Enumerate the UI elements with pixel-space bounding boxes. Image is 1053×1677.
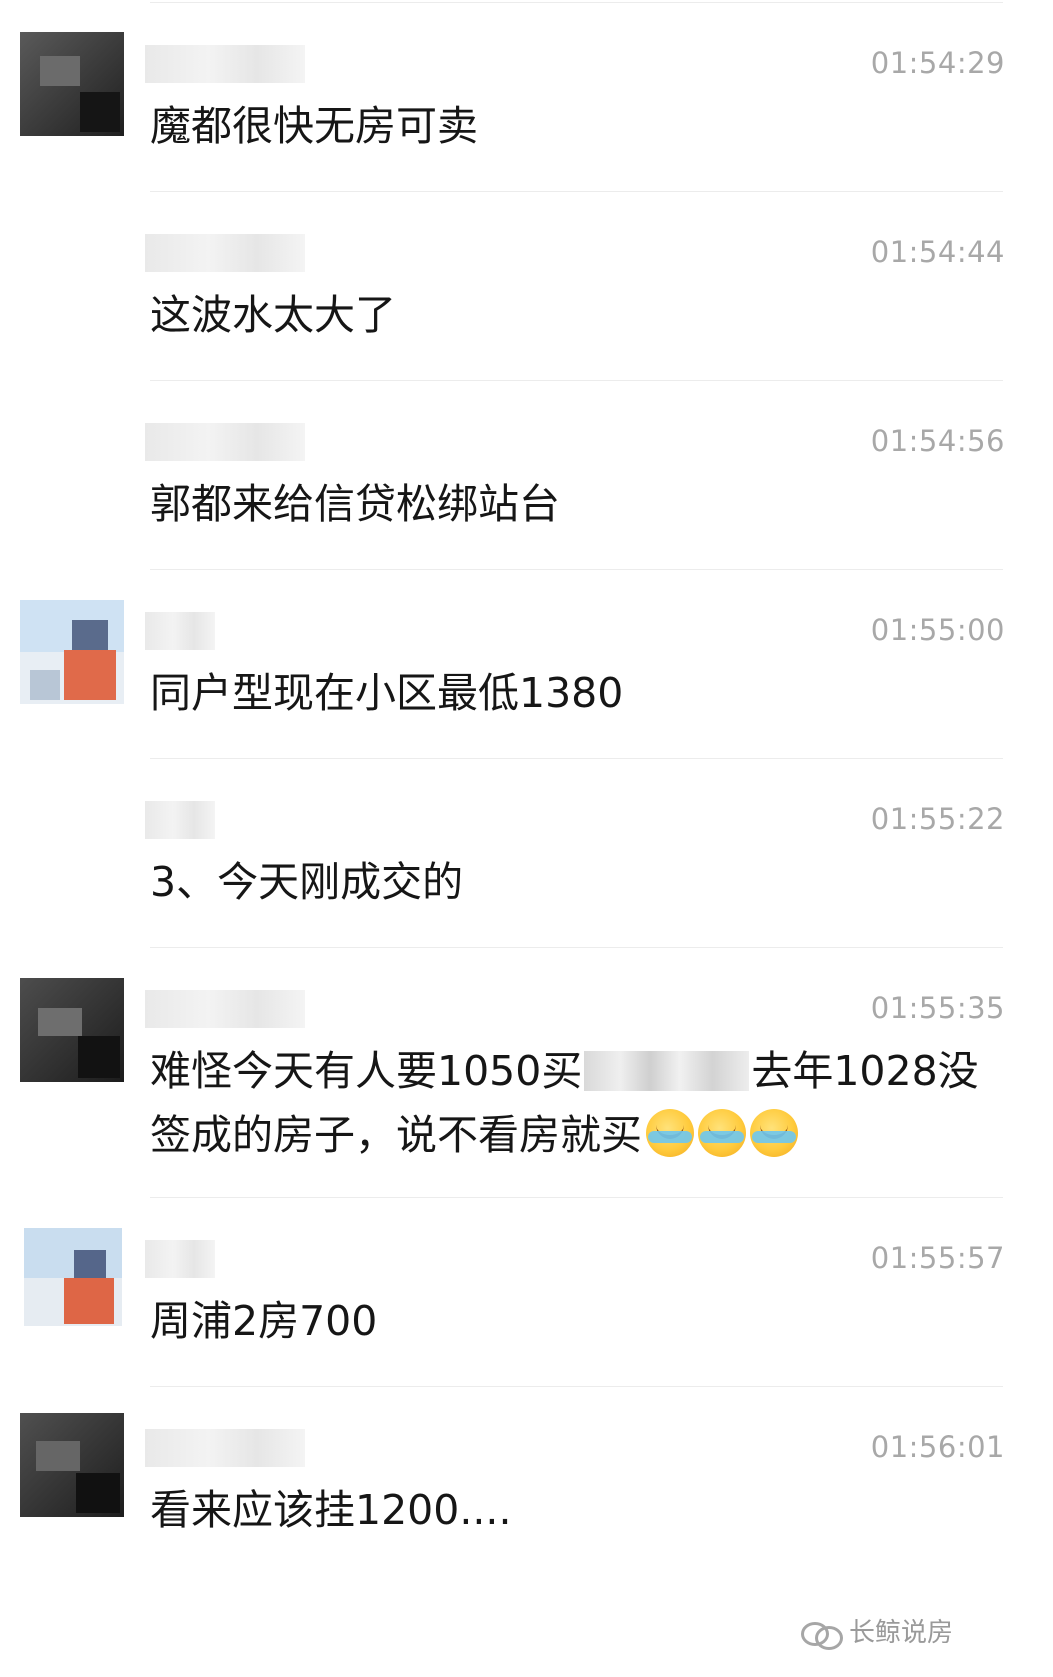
- message-text: 难怪今天有人要1050买 去年1028没签成的房子，说不看房就买: [150, 1039, 1003, 1167]
- message-time: 01:54:56: [870, 424, 1005, 458]
- message-divider: [150, 1386, 1003, 1387]
- avatar[interactable]: [20, 1413, 124, 1517]
- message-time: 01:55:22: [870, 802, 1005, 836]
- avatar[interactable]: [20, 32, 124, 136]
- message-text: 同户型现在小区最低1380: [150, 669, 624, 717]
- sender-name[interactable]: [145, 1240, 215, 1278]
- sender-name[interactable]: [145, 612, 215, 650]
- message-divider: [150, 758, 1003, 759]
- wechat-channel-icon: [800, 1616, 843, 1650]
- message-divider: [150, 380, 1003, 381]
- message-text: 3、今天刚成交的: [150, 858, 464, 906]
- sender-name[interactable]: [145, 1429, 305, 1467]
- message-divider: [150, 191, 1003, 192]
- chat-history: 01:54:29 魔都很快无房可卖 01:54:44 这波水太大了 01:54:…: [0, 0, 1053, 1677]
- sender-name[interactable]: [145, 801, 215, 839]
- sender-name[interactable]: [145, 990, 305, 1028]
- watermark: 长鲸说房: [800, 1612, 953, 1650]
- message-divider: [150, 569, 1003, 570]
- message-text: 郭都来给信贷松绑站台: [150, 480, 560, 528]
- message-divider: [150, 1197, 1003, 1198]
- crying-laughing-emoji: [646, 1109, 694, 1157]
- message-text: 魔都很快无房可卖: [150, 102, 478, 150]
- sender-name[interactable]: [145, 234, 305, 272]
- message-text: 看来应该挂1200....: [150, 1486, 512, 1534]
- redacted-mosaic: [584, 1051, 750, 1091]
- watermark-text: 长鲸说房: [848, 1618, 953, 1648]
- message-time: 01:55:00: [870, 613, 1005, 647]
- message-divider: [150, 947, 1003, 948]
- message-text: 周浦2房700: [150, 1297, 378, 1345]
- message-divider: [150, 2, 1003, 3]
- sender-name[interactable]: [145, 423, 305, 461]
- message-time: 01:54:29: [870, 46, 1005, 80]
- avatar[interactable]: [20, 978, 124, 1082]
- message-text-part: 难怪今天有人要1050买: [150, 1047, 583, 1095]
- message-text-part: 签成的房子，说不看房就买: [150, 1111, 642, 1159]
- message-time: 01:54:44: [870, 235, 1005, 269]
- message-time: 01:55:57: [870, 1241, 1005, 1275]
- avatar[interactable]: [20, 600, 124, 704]
- crying-laughing-emoji: [750, 1109, 798, 1157]
- message-text-part: 去年1028没: [751, 1047, 979, 1095]
- message-time: 01:56:01: [870, 1430, 1005, 1464]
- avatar[interactable]: [24, 1228, 122, 1326]
- message-time: 01:55:35: [870, 991, 1005, 1025]
- message-text: 这波水太大了: [150, 291, 396, 339]
- crying-laughing-emoji: [698, 1109, 746, 1157]
- sender-name[interactable]: [145, 45, 305, 83]
